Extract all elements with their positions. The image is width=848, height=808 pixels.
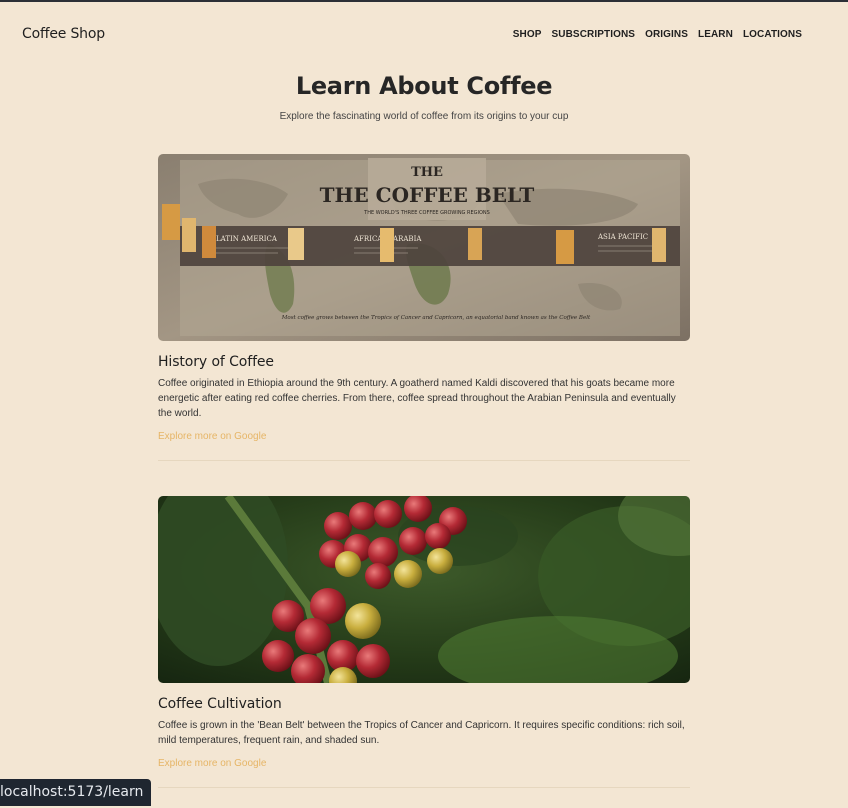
article-body: Coffee originated in Ethiopia around the… bbox=[158, 378, 676, 419]
nav-item-shop[interactable]: SHOP bbox=[513, 29, 542, 40]
svg-text:LATIN AMERICA: LATIN AMERICA bbox=[216, 235, 278, 243]
explore-google-link[interactable]: Explore more on Google bbox=[158, 431, 266, 442]
page: Coffee Shop SHOP SUBSCRIPTIONS ORIGINS L… bbox=[0, 0, 848, 808]
svg-text:Most coffee grows between the: Most coffee grows between the Tropics of… bbox=[281, 315, 591, 321]
svg-text:ASIA PACIFIC: ASIA PACIFIC bbox=[597, 233, 648, 241]
article-divider bbox=[158, 460, 690, 461]
article-divider bbox=[158, 787, 690, 788]
article-card: THE THE COFFEE BELT THE WORLD'S THREE CO… bbox=[158, 154, 690, 461]
svg-text:THE COFFEE BELT: THE COFFEE BELT bbox=[320, 183, 535, 207]
main-nav: SHOP SUBSCRIPTIONS ORIGINS LEARN LOCATIO… bbox=[513, 29, 802, 40]
page-subtitle: Explore the fascinating world of coffee … bbox=[279, 111, 569, 122]
status-bar-url: localhost:5173/learn bbox=[0, 779, 152, 806]
explore-google-link[interactable]: Explore more on Google bbox=[158, 758, 266, 769]
coffee-cherries-image bbox=[158, 496, 690, 683]
nav-item-locations[interactable]: LOCATIONS bbox=[743, 29, 802, 40]
coffee-cherries-illustration bbox=[158, 496, 690, 683]
svg-text:THE: THE bbox=[411, 165, 443, 180]
nav-item-subscriptions[interactable]: SUBSCRIPTIONS bbox=[552, 29, 636, 40]
article-title: Coffee Cultivation bbox=[158, 696, 282, 712]
svg-text:THE WORLD'S THREE COFFEE GROWI: THE WORLD'S THREE COFFEE GROWING REGIONS bbox=[363, 210, 490, 216]
coffee-belt-map-image: THE THE COFFEE BELT THE WORLD'S THREE CO… bbox=[158, 154, 690, 341]
coffee-belt-map-illustration: THE THE COFFEE BELT THE WORLD'S THREE CO… bbox=[158, 154, 690, 341]
navbar: Coffee Shop SHOP SUBSCRIPTIONS ORIGINS L… bbox=[0, 0, 848, 68]
article-card: Coffee Cultivation Coffee is grown in th… bbox=[158, 496, 690, 788]
article-body: Coffee is grown in the 'Bean Belt' betwe… bbox=[158, 720, 685, 746]
nav-item-origins[interactable]: ORIGINS bbox=[645, 29, 688, 40]
brand-logo[interactable]: Coffee Shop bbox=[22, 26, 105, 42]
article-title: History of Coffee bbox=[158, 354, 274, 370]
nav-item-learn[interactable]: LEARN bbox=[698, 29, 733, 40]
page-title: Learn About Coffee bbox=[295, 72, 553, 100]
